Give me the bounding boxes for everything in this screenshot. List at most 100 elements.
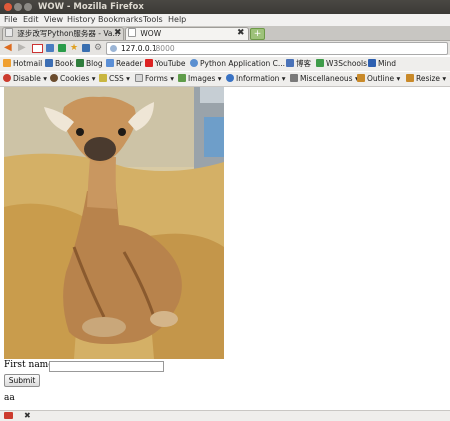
toolbar-label: Images — [188, 74, 216, 83]
address-bar[interactable]: 127.0.0.1 :8000 — [106, 42, 448, 55]
information-icon — [226, 74, 234, 82]
menu-help[interactable]: Help — [168, 15, 186, 25]
close-tab-icon[interactable]: ✖ — [114, 28, 122, 38]
wd-information[interactable]: Information ▾ — [226, 73, 286, 85]
bookmark-label: Hotmail — [13, 59, 43, 68]
images-icon — [178, 74, 186, 82]
toolbar-label: Outline — [367, 74, 395, 83]
tab-python-server[interactable]: 逐步改写Python服务器 - Va... — [2, 27, 124, 40]
cookies-icon — [50, 74, 58, 82]
first-name-input[interactable] — [49, 361, 164, 372]
menu-file[interactable]: File — [4, 15, 17, 25]
output-text: aa — [4, 393, 15, 403]
python-icon — [190, 59, 198, 67]
minimize-window-button[interactable] — [14, 3, 22, 11]
forms-icon — [135, 74, 143, 82]
forward-icon[interactable]: ▶ — [18, 42, 26, 54]
css-icon — [99, 74, 107, 82]
menu-history[interactable]: History — [67, 15, 95, 25]
menu-edit[interactable]: Edit — [23, 15, 39, 25]
bookmark-icon[interactable] — [82, 44, 90, 52]
hotmail-icon — [3, 59, 11, 67]
toolbar-label: Miscellaneous — [300, 74, 353, 83]
addon-icon[interactable] — [46, 44, 54, 52]
bookmark-w3schools[interactable]: W3Schools — [316, 58, 367, 70]
bookmarks-toolbar: Hotmail Book Blog Reader YouTube Python … — [0, 57, 450, 71]
resize-icon — [406, 74, 414, 82]
addon-bar-icon[interactable] — [4, 412, 13, 419]
page-favicon-icon — [128, 28, 136, 37]
feed-icon[interactable] — [58, 44, 66, 52]
status-bar: ✖ — [0, 410, 450, 421]
site-favicon-icon — [5, 28, 13, 37]
tab-wow[interactable]: WOW — [125, 27, 249, 40]
outline-icon — [357, 74, 365, 82]
bookmark-reader[interactable]: Reader — [106, 58, 143, 70]
disable-icon — [3, 74, 11, 82]
wd-disable[interactable]: Disable ▾ — [3, 73, 47, 85]
tab-label: 逐步改写Python服务器 - Va... — [17, 29, 120, 38]
tab-label: WOW — [140, 29, 162, 38]
bookmark-python-app[interactable]: Python Application C... — [190, 58, 285, 70]
youtube-icon — [145, 59, 153, 67]
close-addon-bar-icon[interactable]: ✖ — [24, 411, 31, 420]
wd-css[interactable]: CSS ▾ — [99, 73, 130, 85]
wd-forms[interactable]: Forms ▾ — [135, 73, 174, 85]
wd-miscellaneous[interactable]: Miscellaneous ▾ — [290, 73, 359, 85]
gmail-icon[interactable] — [32, 44, 43, 53]
blog-cn-icon — [286, 59, 294, 67]
address-url: 127.0.0.1 — [121, 44, 157, 53]
bookmark-book[interactable]: Book — [45, 58, 74, 70]
bookmark-label: 博客 — [296, 59, 311, 68]
settings-icon[interactable]: ⚙ — [94, 42, 102, 54]
menu-bar: File Edit View History Bookmarks Tools H… — [0, 14, 450, 26]
bookmark-hotmail[interactable]: Hotmail — [3, 58, 42, 70]
toolbar-label: Disable — [13, 74, 41, 83]
bookmark-label: Mind — [378, 59, 397, 68]
wd-cookies[interactable]: Cookies ▾ — [50, 73, 96, 85]
bookmark-label: Blog — [86, 59, 103, 68]
address-port: :8000 — [153, 44, 175, 53]
toolbar-label: Resize — [416, 74, 441, 83]
bookmark-label: Book — [55, 59, 74, 68]
wd-images[interactable]: Images ▾ — [178, 73, 222, 85]
wd-resize[interactable]: Resize ▾ — [406, 73, 446, 85]
miscellaneous-icon — [290, 74, 298, 82]
mind-icon — [368, 59, 376, 67]
book-icon — [45, 59, 53, 67]
star-icon[interactable]: ★ — [70, 42, 78, 54]
toolbar-label: CSS — [109, 74, 124, 83]
bookmark-label: Python Application C... — [200, 59, 286, 68]
bookmark-mind[interactable]: Mind — [368, 58, 396, 70]
toolbar-label: Forms — [145, 74, 168, 83]
giraffe-image — [4, 87, 224, 359]
navigation-bar: ◀ ▶ ★ ⚙ 127.0.0.1 :8000 — [0, 41, 450, 55]
bookmark-label: W3Schools — [326, 59, 367, 68]
menu-bookmarks[interactable]: Bookmarks — [98, 15, 143, 25]
wd-outline[interactable]: Outline ▾ — [357, 73, 400, 85]
page-content: First name: Submit aa — [0, 87, 450, 409]
bookmark-label: YouTube — [155, 59, 186, 68]
menu-tools[interactable]: Tools — [143, 15, 163, 25]
bookmark-youtube[interactable]: YouTube — [145, 58, 186, 70]
new-tab-button[interactable]: + — [250, 28, 265, 40]
maximize-window-button[interactable] — [24, 3, 32, 11]
back-icon[interactable]: ◀ — [4, 42, 12, 54]
blog-icon — [76, 59, 84, 67]
window-title: WOW - Mozilla Firefox — [38, 2, 144, 12]
w3schools-icon — [316, 59, 324, 67]
globe-icon — [110, 45, 117, 52]
toolbar-label: Cookies — [60, 74, 90, 83]
reader-icon — [106, 59, 114, 67]
bookmark-boke[interactable]: 博客 — [286, 58, 311, 70]
tab-bar: 逐步改写Python服务器 - Va... ✖ WOW ✖ + — [0, 26, 450, 41]
menu-view[interactable]: View — [44, 15, 63, 25]
toolbar-label: Information — [236, 74, 280, 83]
bookmark-label: Reader — [116, 59, 143, 68]
close-tab-icon[interactable]: ✖ — [237, 28, 245, 38]
title-bar: WOW - Mozilla Firefox — [0, 0, 450, 14]
web-developer-toolbar: Disable ▾ Cookies ▾ CSS ▾ Forms ▾ Images… — [0, 72, 450, 87]
bookmark-blog[interactable]: Blog — [76, 58, 103, 70]
submit-button[interactable]: Submit — [4, 374, 40, 387]
close-window-button[interactable] — [4, 3, 12, 11]
